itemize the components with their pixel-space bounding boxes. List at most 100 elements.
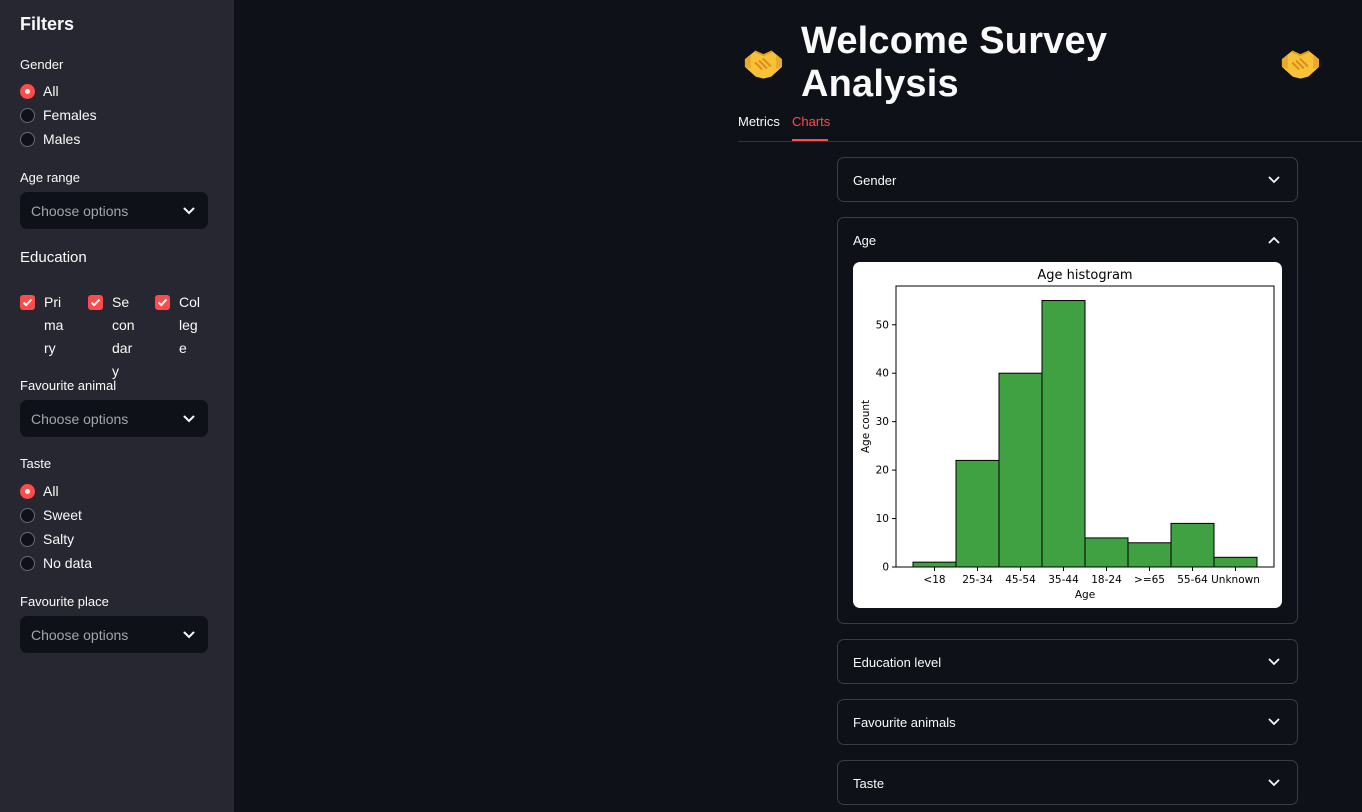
y-tick-label: 0 <box>882 562 889 574</box>
favourite-place-select[interactable]: Choose options <box>20 616 208 653</box>
radio-label: All <box>43 83 59 99</box>
bar-35-44 <box>1041 300 1086 568</box>
page-title: Welcome Survey Analysis <box>742 20 1322 105</box>
checkbox-checked-icon <box>20 295 35 310</box>
education-checkbox-secondary[interactable]: Secondary <box>88 294 136 383</box>
y-axis-label: Age count <box>860 400 872 453</box>
page-title-text: Welcome Survey Analysis <box>800 20 1108 105</box>
taste-option-no-data[interactable]: No data <box>20 553 92 573</box>
gender-option-all[interactable]: All <box>20 81 59 101</box>
bar-18-24 <box>1084 537 1129 568</box>
chevron-down-icon <box>1267 655 1281 669</box>
select-placeholder: Choose options <box>31 202 129 219</box>
chart-title: Age histogram <box>1037 268 1132 283</box>
bar-Unknown <box>1213 556 1258 568</box>
expander-header[interactable]: Favourite animals <box>838 700 1297 744</box>
radio-icon <box>20 131 35 147</box>
bar->=65 <box>1127 542 1172 568</box>
expander-label: Education level <box>853 654 942 670</box>
favourite-animal-label: Favourite animal <box>20 378 117 393</box>
radio-label: No data <box>43 555 93 571</box>
checkbox-label: College <box>179 294 201 356</box>
expander-header[interactable]: Age <box>838 218 1297 262</box>
x-tick-label: <18 <box>923 574 945 586</box>
select-placeholder: Choose options <box>31 410 129 427</box>
tab-metrics[interactable]: Metrics <box>738 114 780 129</box>
radio-label: Males <box>43 131 81 147</box>
x-tick-label: 35-44 <box>1048 574 1079 586</box>
taste-option-sweet[interactable]: Sweet <box>20 505 82 525</box>
radio-selected-icon <box>20 83 35 99</box>
checkbox-label: Secondary <box>112 294 135 379</box>
bar-25-34 <box>955 459 1000 568</box>
gender-option-females[interactable]: Females <box>20 105 97 125</box>
age-range-label: Age range <box>20 170 80 185</box>
expander-header[interactable]: Gender <box>838 158 1297 202</box>
tab-bar <box>738 108 1362 142</box>
expander-gender: Gender <box>837 157 1298 202</box>
tab-charts[interactable]: Charts <box>792 114 830 129</box>
chevron-up-icon <box>1267 233 1281 247</box>
expander-label: Age <box>853 232 877 248</box>
expander-taste: Taste <box>837 760 1298 805</box>
chevron-down-icon <box>182 628 196 642</box>
education-checkbox-primary[interactable]: Primary <box>20 294 68 360</box>
chevron-down-icon <box>1267 173 1281 187</box>
education-checkbox-college[interactable]: College <box>155 294 203 360</box>
x-tick-label: 45-54 <box>1005 574 1036 586</box>
expander-education-level: Education level <box>837 639 1298 684</box>
y-tick-label: 50 <box>876 319 889 331</box>
chevron-down-icon <box>182 204 196 218</box>
chevron-down-icon <box>1267 715 1281 729</box>
age-histogram-svg: 0 10 20 30 40 50 <18 25-34 45-54 35-44 18-24 >=65 55… <box>860 268 1275 601</box>
radio-label: All <box>43 483 59 499</box>
favourite-animal-select[interactable]: Choose options <box>20 400 208 437</box>
education-label: Education <box>20 249 87 266</box>
x-axis-label: Age <box>1075 589 1095 601</box>
bar-<18 <box>912 561 957 568</box>
radio-label: Females <box>43 107 97 123</box>
age-histogram-chart: 0 10 20 30 40 50 <18 25-34 45-54 35-44 18-24 >=65 55… <box>853 262 1282 608</box>
taste-option-salty[interactable]: Salty <box>20 529 74 549</box>
radio-label: Salty <box>43 531 75 547</box>
bar-55-64 <box>1170 522 1215 568</box>
x-tick-label: 55-64 <box>1177 574 1208 586</box>
taste-option-all[interactable]: All <box>20 481 59 501</box>
radio-selected-icon <box>20 483 35 499</box>
bar-45-54 <box>998 372 1043 568</box>
gender-option-males[interactable]: Males <box>20 129 80 149</box>
radio-icon <box>20 531 35 547</box>
expander-header[interactable]: Education level <box>838 640 1297 684</box>
favourite-place-label: Favourite place <box>20 594 109 609</box>
gender-label: Gender <box>20 57 64 72</box>
expander-label: Favourite animals <box>853 714 956 730</box>
x-tick-label: 18-24 <box>1091 574 1122 586</box>
checkbox-checked-icon <box>155 295 170 310</box>
chevron-down-icon <box>1267 776 1281 790</box>
expander-label: Gender <box>853 172 897 188</box>
handshake-icon <box>744 50 783 79</box>
chevron-down-icon <box>182 412 196 426</box>
radio-icon <box>20 555 35 571</box>
radio-icon <box>20 507 35 523</box>
expander-age: Age 0 10 20 30 40 50 <18 25-34 45-54 35-44 18-24 >=… <box>837 217 1298 624</box>
y-tick-label: 30 <box>876 416 889 428</box>
expander-favourite-animals: Favourite animals <box>837 699 1298 745</box>
radio-label: Sweet <box>43 507 82 523</box>
x-tick-label: Unknown <box>1211 574 1260 586</box>
checkbox-checked-icon <box>88 295 103 310</box>
sidebar: Filters Gender All Females Males Age ran… <box>0 0 234 812</box>
x-tick-label: >=65 <box>1134 574 1165 586</box>
age-range-select[interactable]: Choose options <box>20 192 208 229</box>
expander-label: Taste <box>853 775 885 791</box>
handshake-icon <box>1281 50 1320 79</box>
radio-icon <box>20 107 35 123</box>
y-tick-label: 20 <box>876 465 889 477</box>
sidebar-title: Filters <box>20 14 75 34</box>
active-tab-indicator <box>792 139 828 141</box>
select-placeholder: Choose options <box>31 626 129 643</box>
expander-header[interactable]: Taste <box>838 761 1297 805</box>
y-tick-label: 10 <box>876 513 889 525</box>
y-tick-label: 40 <box>876 368 889 380</box>
checkbox-label: Primary <box>44 294 64 356</box>
